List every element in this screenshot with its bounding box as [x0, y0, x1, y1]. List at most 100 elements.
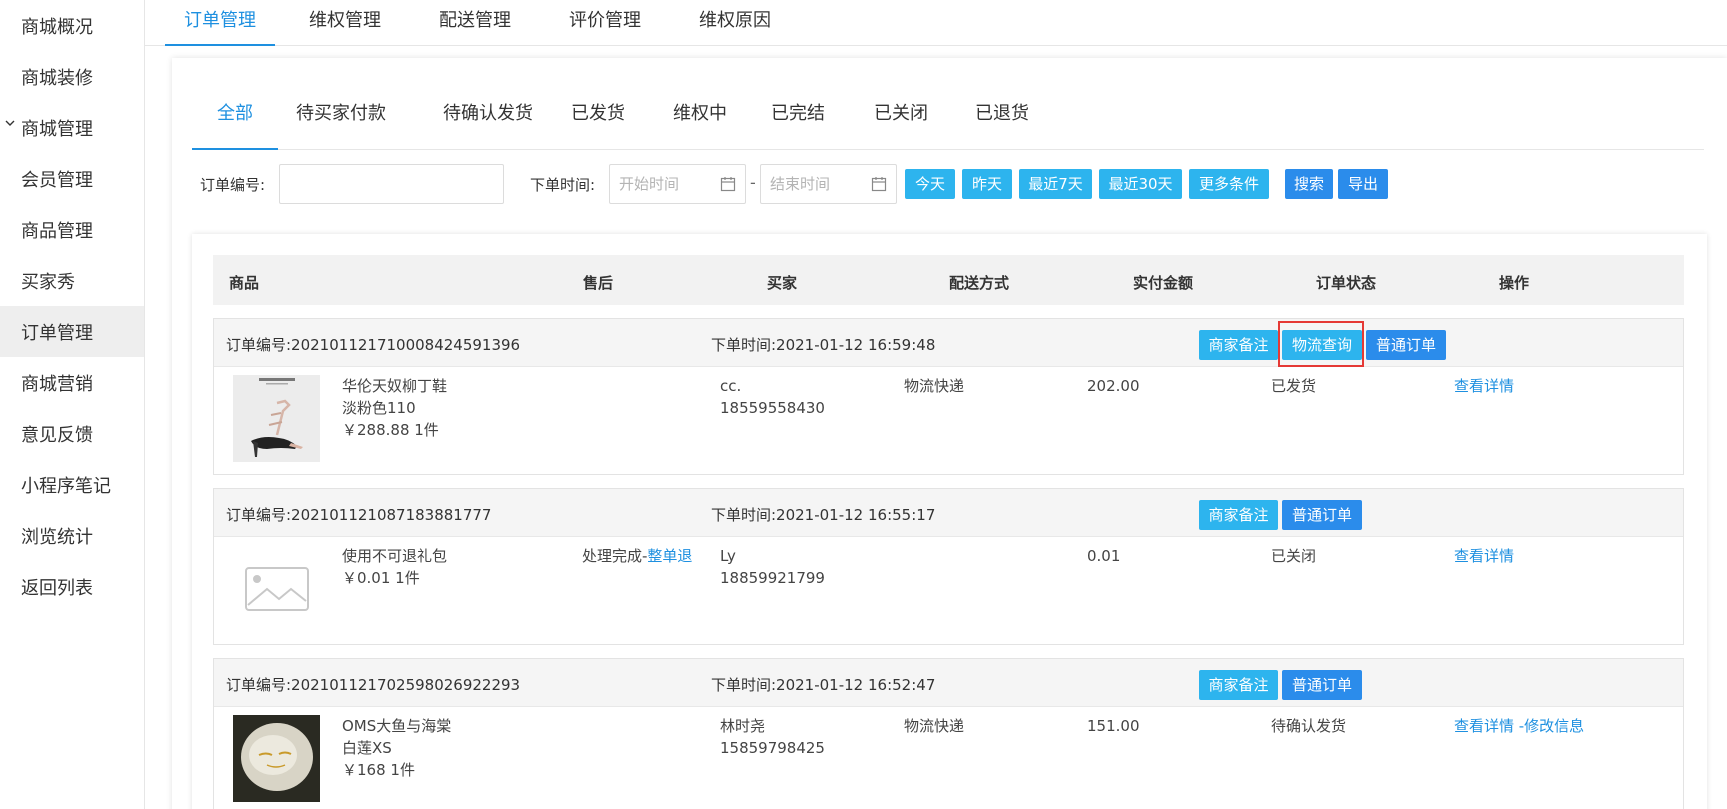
more-filters-button[interactable]: 更多条件 — [1189, 169, 1269, 199]
export-button[interactable]: 导出 — [1338, 169, 1388, 199]
order-status: 待确认发货 — [1271, 717, 1347, 735]
sidebar-item-feedback[interactable]: 意见反馈 — [0, 408, 144, 459]
tab-awaiting-payment[interactable]: 待买家付款 — [295, 90, 387, 150]
table-row: 订单编号:20210112171000842459​1396 下单时间:2021… — [213, 318, 1684, 475]
image-placeholder-icon — [233, 545, 320, 632]
order-number: 订单编号:20210112171000842459​1396 — [226, 336, 521, 354]
col-aftersale: 售后 — [583, 274, 614, 292]
merchant-note-button[interactable]: 商家备注 — [1199, 670, 1278, 700]
sidebar-item-browse-stats[interactable]: 浏览统计 — [0, 510, 144, 561]
sidebar-item-miniprogram-notes[interactable]: 小程序笔记 — [0, 459, 144, 510]
paid-amount: 151.00 — [1087, 717, 1140, 735]
product-spec: 白莲XS — [342, 739, 392, 757]
col-product: 商品 — [229, 274, 260, 292]
product-price: ￥168 1件 — [342, 761, 415, 779]
col-delivery: 配送方式 — [949, 274, 1010, 292]
tab-completed[interactable]: 已完结 — [768, 90, 828, 150]
end-date-placeholder: 结束时间 — [770, 175, 831, 193]
merchant-note-button[interactable]: 商家备注 — [1199, 330, 1278, 360]
sidebar-item-label: 商城营销 — [21, 373, 93, 395]
yesterday-button[interactable]: 昨天 — [962, 169, 1012, 199]
sidebar: 商城概况 商城装修 商城管理 会员管理 商品管理 买家秀 订单管理 商城营销 意… — [0, 0, 145, 809]
order-header: 订单编号:202101121702598026922293 下单时间:2021-… — [214, 659, 1683, 707]
product-name: 华伦天奴柳丁鞋 — [342, 377, 448, 395]
last-7-days-button[interactable]: 最近7天 — [1019, 169, 1092, 199]
delivery-method: 物流快递 — [904, 377, 965, 395]
tab-rights-reasons[interactable]: 维权原因 — [685, 0, 785, 46]
highlight-box — [1278, 321, 1364, 367]
order-time: 下单时间:2021-01-12 16:55:17 — [711, 506, 936, 524]
tab-shipped[interactable]: 已发货 — [568, 90, 628, 150]
normal-order-button[interactable]: 普通订单 — [1366, 330, 1446, 360]
calendar-icon — [871, 177, 887, 192]
search-button[interactable]: 搜索 — [1285, 169, 1333, 199]
col-buyer: 买家 — [767, 274, 798, 292]
delivery-method: 物流快递 — [904, 717, 965, 735]
order-no-label: 订单编号: — [200, 176, 266, 194]
sidebar-item-mall-management[interactable]: 商城管理 — [0, 102, 144, 153]
view-details-link[interactable]: 查看详情 — [1454, 545, 1514, 568]
tab-review-management[interactable]: 评价管理 — [555, 0, 655, 46]
sidebar-item-marketing[interactable]: 商城营销 — [0, 357, 144, 408]
product-name: OMS大鱼与海棠 — [342, 717, 452, 735]
sidebar-item-members[interactable]: 会员管理 — [0, 153, 144, 204]
full-refund-link[interactable]: 整单退 — [647, 547, 692, 565]
sidebar-item-label: 商城管理 — [21, 118, 93, 140]
col-status: 订单状态 — [1316, 274, 1377, 292]
aftersale-text: 处理完成- — [582, 547, 648, 565]
sidebar-item-products[interactable]: 商品管理 — [0, 204, 144, 255]
sidebar-item-label: 浏览统计 — [21, 526, 93, 548]
sidebar-item-label: 商城装修 — [21, 67, 93, 89]
product-spec: 淡粉色110 — [342, 399, 416, 417]
last-30-days-button[interactable]: 最近30天 — [1099, 169, 1182, 199]
app-root: 商城概况 商城装修 商城管理 会员管理 商品管理 买家秀 订单管理 商城营销 意… — [0, 0, 1727, 809]
view-details-link[interactable]: 查看详情 — [1454, 375, 1514, 398]
start-date-input[interactable]: 开始时间 — [609, 164, 746, 204]
product-image-shoe — [233, 375, 320, 462]
product-price: ￥288.88 1件 — [342, 421, 439, 439]
tab-returned[interactable]: 已退货 — [972, 90, 1032, 150]
order-no-input[interactable] — [279, 164, 504, 204]
paid-amount: 202.00 — [1087, 377, 1140, 395]
tab-awaiting-ship[interactable]: 待确认发货 — [427, 90, 549, 150]
sidebar-item-label: 商品管理 — [21, 220, 93, 242]
sidebar-item-orders[interactable]: 订单管理 — [0, 306, 144, 357]
tab-closed[interactable]: 已关闭 — [871, 90, 931, 150]
buyer-name: Ly — [720, 547, 736, 565]
tab-in-rights[interactable]: 维权中 — [665, 90, 735, 150]
order-header: 订单编号:202101121087183881777 下单时间:2021-01-… — [214, 489, 1683, 537]
product-image-dumpling — [233, 715, 320, 802]
order-card: 全部 待买家付款 待确认发货 已发货 维权中 已完结 已关闭 已退货 订单编号:… — [172, 58, 1727, 809]
col-amount: 实付金额 — [1133, 274, 1194, 292]
sidebar-item-label: 小程序笔记 — [21, 475, 111, 497]
order-status: 已关闭 — [1271, 547, 1317, 565]
product-price: ￥0.01 1件 — [342, 569, 420, 587]
sidebar-item-back-to-list[interactable]: 返回列表 — [0, 561, 144, 612]
order-number: 订单编号:202101121702598026922293 — [226, 676, 521, 694]
order-time: 下单时间:2021-01-12 16:59:48 — [711, 336, 936, 354]
sidebar-item-buyer-show[interactable]: 买家秀 — [0, 255, 144, 306]
tab-all[interactable]: 全部 — [192, 90, 278, 150]
chevron-down-icon — [5, 120, 15, 126]
normal-order-button[interactable]: 普通订单 — [1282, 500, 1362, 530]
order-time-label: 下单时间: — [530, 176, 596, 194]
table-row: 订单编号:202101121087183881777 下单时间:2021-01-… — [213, 488, 1684, 645]
sidebar-item-mall-overview[interactable]: 商城概况 — [0, 0, 144, 51]
view-details-edit-link[interactable]: 查看详情 -修改信息 — [1454, 715, 1584, 738]
merchant-note-button[interactable]: 商家备注 — [1199, 500, 1278, 530]
today-button[interactable]: 今天 — [905, 169, 955, 199]
aftersale-status: 处理完成-整单退 — [582, 545, 692, 568]
sidebar-item-mall-decoration[interactable]: 商城装修 — [0, 51, 144, 102]
tab-order-management[interactable]: 订单管理 — [165, 0, 275, 46]
buyer-name: 林时尧 — [720, 717, 766, 735]
order-time: 下单时间:2021-01-12 16:52:47 — [711, 676, 936, 694]
end-date-input[interactable]: 结束时间 — [760, 164, 897, 204]
normal-order-button[interactable]: 普通订单 — [1282, 670, 1362, 700]
tab-rights-management[interactable]: 维权管理 — [295, 0, 395, 46]
tab-delivery-management[interactable]: 配送管理 — [425, 0, 525, 46]
sidebar-item-label: 订单管理 — [21, 322, 93, 344]
product-name: 使用不可退礼包 — [342, 547, 448, 565]
order-table: 商品 售后 买家 配送方式 实付金额 订单状态 操作 订单编号:20210112… — [192, 234, 1707, 809]
col-actions: 操作 — [1499, 274, 1530, 292]
buyer-phone: 15859798425 — [720, 739, 825, 757]
